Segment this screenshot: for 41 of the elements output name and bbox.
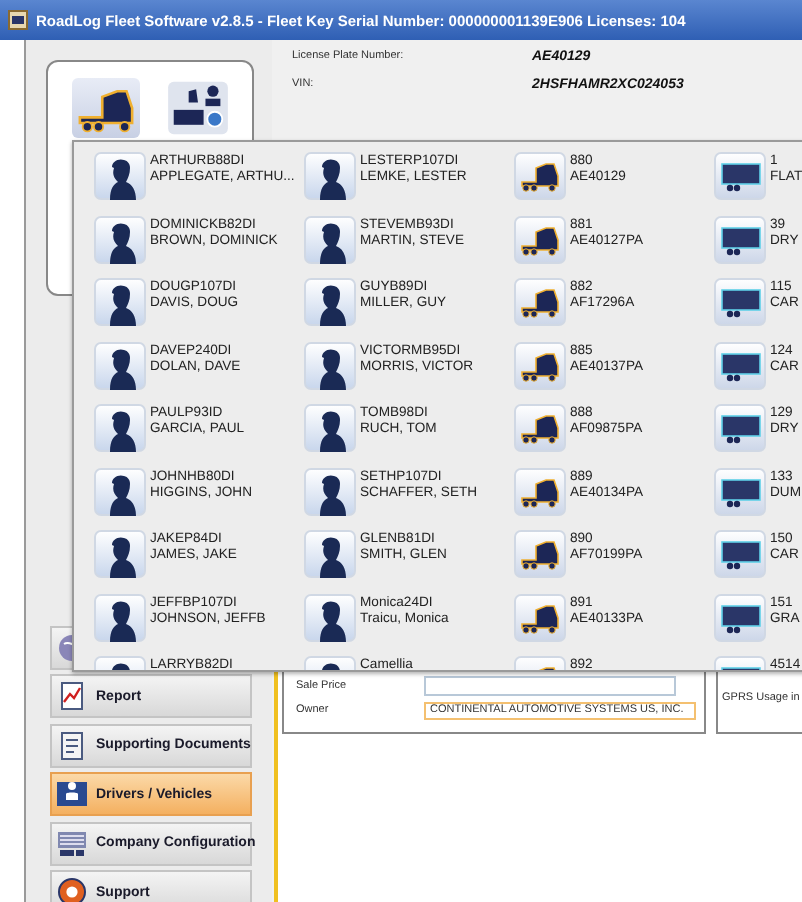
document-icon — [56, 729, 88, 762]
trailer-icon — [714, 278, 766, 326]
driver-silhouette-icon — [304, 215, 356, 263]
truck-icon — [514, 593, 566, 641]
fleet-tab[interactable] — [164, 78, 232, 138]
driver-silhouette-icon — [94, 404, 146, 452]
truck-icon — [514, 530, 566, 578]
driver-truck-icon — [56, 778, 88, 811]
driver-silhouette-icon — [94, 152, 146, 200]
report-icon — [56, 680, 88, 713]
driver-silhouette-icon — [304, 530, 356, 578]
trailer-icon — [714, 467, 766, 515]
building-truck-icon — [56, 827, 88, 860]
driver-silhouette-icon — [94, 341, 146, 389]
driver-silhouette-icon — [94, 467, 146, 515]
trailer-icon — [714, 152, 766, 200]
driver-silhouette-icon — [304, 593, 356, 641]
truck-tab[interactable] — [72, 78, 140, 138]
truck-icon — [514, 278, 566, 326]
trailer-icon — [714, 530, 766, 578]
driver-silhouette-icon — [94, 278, 146, 326]
trailer-icon — [714, 593, 766, 641]
driver-silhouette-icon — [304, 278, 356, 326]
lifebuoy-icon — [56, 876, 88, 902]
driver-silhouette-icon — [304, 467, 356, 515]
driver-silhouette-icon — [94, 593, 146, 641]
truck-icon — [514, 215, 566, 263]
truck-icon — [514, 341, 566, 389]
truck-icon — [514, 152, 566, 200]
truck-icon — [514, 467, 566, 515]
driver-silhouette-icon — [304, 152, 356, 200]
trailer-icon — [714, 404, 766, 452]
sale-price-field[interactable] — [424, 676, 676, 696]
driver-silhouette-icon — [304, 341, 356, 389]
truck-icon — [514, 404, 566, 452]
driver-silhouette-icon — [94, 215, 146, 263]
app-icon — [8, 10, 28, 30]
trailer-icon — [714, 341, 766, 389]
driver-silhouette-icon — [304, 404, 356, 452]
trailer-icon — [714, 215, 766, 263]
driver-silhouette-icon — [94, 530, 146, 578]
